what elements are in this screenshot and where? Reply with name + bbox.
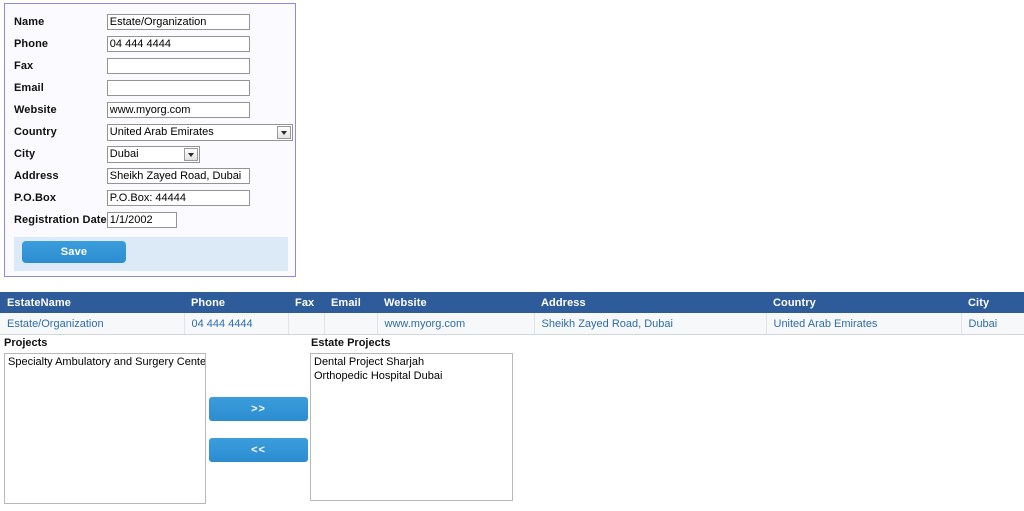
- field-cell: Dubai: [106, 143, 293, 165]
- field-label: Fax: [14, 60, 34, 72]
- grid-column-header[interactable]: EstateName: [0, 292, 184, 313]
- field-label: Country: [14, 126, 57, 138]
- field-cell: [106, 11, 293, 33]
- grid-cell: [324, 313, 378, 335]
- estate-details-form-panel: Name Phone Fax Email Website Country United Ar…: [4, 3, 296, 277]
- field-cell: [106, 33, 293, 55]
- field-cell: United Arab Emirates: [106, 121, 293, 143]
- form-row: Phone: [14, 33, 293, 55]
- grid-column-header[interactable]: City: [961, 292, 1024, 313]
- fax-input[interactable]: [106, 58, 250, 74]
- grid-column-header[interactable]: Fax: [288, 292, 324, 313]
- registration-date-input[interactable]: [106, 212, 177, 228]
- website-input[interactable]: [106, 102, 250, 118]
- estates-grid: EstateName Phone Fax Email Website Address Cou…: [0, 292, 1024, 335]
- field-label: Registration Date: [14, 214, 107, 226]
- list-item[interactable]: Orthopedic Hospital Dubai: [311, 369, 512, 383]
- grid-cell: 04 444 4444: [184, 313, 289, 335]
- field-cell: [106, 209, 293, 231]
- form-row: Registration Date: [14, 209, 293, 231]
- grid-cell: Estate/Organization: [0, 313, 185, 335]
- form-row: Email: [14, 77, 293, 99]
- form-row: P.O.Box: [14, 187, 293, 209]
- move-right-button[interactable]: >>: [209, 397, 308, 421]
- field-cell: [106, 55, 293, 77]
- grid-column-header[interactable]: Phone: [184, 292, 288, 313]
- projects-list-label: Projects: [4, 337, 48, 349]
- grid-cell: Dubai: [961, 313, 1024, 335]
- grid-column-header[interactable]: Country: [766, 292, 961, 313]
- estate-details-form: Name Phone Fax Email Website Country United Ar…: [14, 11, 293, 231]
- field-label: Website: [14, 104, 57, 116]
- form-footer-bar: Save: [14, 237, 288, 271]
- select-wrapper: Dubai: [106, 145, 200, 163]
- form-row: City Dubai: [14, 143, 293, 165]
- phone-input[interactable]: [106, 36, 250, 52]
- field-label: Phone: [14, 38, 49, 50]
- form-row: Country United Arab Emirates: [14, 121, 293, 143]
- form-row: Website: [14, 99, 293, 121]
- city-select[interactable]: Dubai: [106, 145, 200, 163]
- move-left-button[interactable]: <<: [209, 438, 308, 462]
- field-label: Address: [14, 170, 59, 182]
- name-input[interactable]: [106, 14, 250, 30]
- field-cell: [106, 165, 293, 187]
- table-row[interactable]: Estate/Organization 04 444 4444 www.myorg.…: [0, 313, 1024, 335]
- save-button[interactable]: Save: [22, 241, 126, 263]
- grid-cell: Sheikh Zayed Road, Dubai: [534, 313, 767, 335]
- grid-cell: United Arab Emirates: [766, 313, 962, 335]
- list-item[interactable]: Dental Project Sharjah: [311, 355, 512, 369]
- p-o-box-input[interactable]: [106, 190, 250, 206]
- field-cell: [106, 187, 293, 209]
- estate-projects-list-label: Estate Projects: [311, 337, 391, 349]
- grid-header-row: EstateName Phone Fax Email Website Address Cou…: [0, 292, 1024, 313]
- field-label: City: [14, 148, 36, 160]
- grid-cell: www.myorg.com: [377, 313, 535, 335]
- grid-column-header[interactable]: Address: [534, 292, 766, 313]
- grid-cell: [288, 313, 325, 335]
- select-wrapper: United Arab Emirates: [106, 123, 293, 141]
- form-row: Address: [14, 165, 293, 187]
- field-cell: [106, 99, 293, 121]
- field-label: Name: [14, 16, 45, 28]
- form-row: Fax: [14, 55, 293, 77]
- field-label: P.O.Box: [14, 192, 57, 204]
- assigned-projects-listbox[interactable]: Dental Project Sharjah Orthopedic Hospita…: [310, 353, 513, 501]
- list-item[interactable]: Specialty Ambulatory and Surgery Center: [5, 355, 205, 369]
- country-select[interactable]: United Arab Emirates: [106, 123, 293, 141]
- email-input[interactable]: [106, 80, 250, 96]
- grid-column-header[interactable]: Email: [324, 292, 377, 313]
- grid-column-header[interactable]: Website: [377, 292, 534, 313]
- field-cell: [106, 77, 293, 99]
- field-label: Email: [14, 82, 44, 94]
- address-input[interactable]: [106, 168, 250, 184]
- available-projects-listbox[interactable]: Specialty Ambulatory and Surgery Center: [4, 353, 206, 504]
- form-row: Name: [14, 11, 293, 33]
